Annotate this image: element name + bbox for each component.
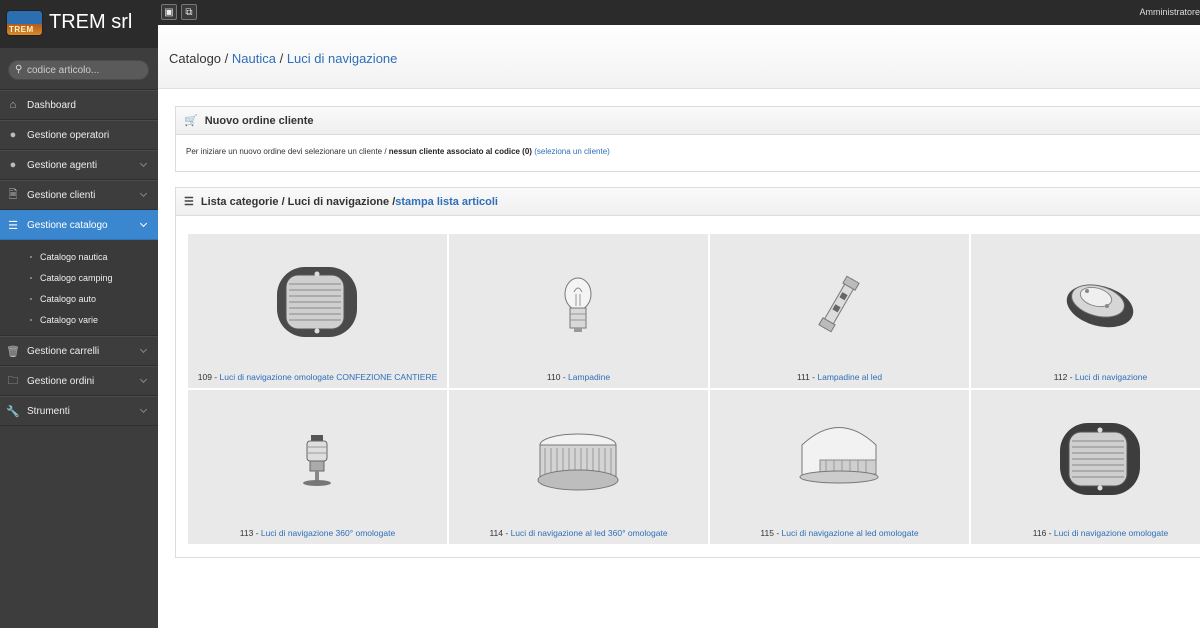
category-card[interactable]: 113 - Luci di navigazione 360° omologate	[188, 390, 447, 544]
category-card[interactable]: 114 - Luci di navigazione al led 360° om…	[449, 390, 708, 544]
brand: TREM TREM srl	[0, 0, 158, 48]
search-icon: ⚲	[15, 64, 23, 75]
sidebar: TREM TREM srl ⚲ ⌂ Dashboard ● Gestione o…	[0, 0, 158, 628]
main-content: Catalogo / Nautica / Luci di navigazione…	[158, 25, 1200, 628]
user-menu[interactable]: Amministratore	[1139, 7, 1200, 17]
print-list-link[interactable]: stampa lista articoli	[395, 196, 498, 208]
category-caption: 116 - Luci di navigazione omologate	[1032, 528, 1169, 538]
sidebar-item-strumenti[interactable]: 🔧 Strumenti	[0, 396, 158, 426]
category-card[interactable]: 115 - Luci di navigazione al led omologa…	[710, 390, 969, 544]
category-link[interactable]: Lampadine al led	[817, 372, 882, 382]
led-festoon-image	[818, 275, 860, 333]
new-order-body: Per iniziare un nuovo ordine devi selezi…	[186, 147, 610, 156]
chevron-down-icon	[139, 345, 148, 354]
category-card[interactable]: 111 - Lampadine al led	[710, 234, 969, 388]
chevron-down-icon	[139, 405, 148, 414]
sidebar-nav: ⌂ Dashboard ● Gestione operatori ● Gesti…	[0, 90, 158, 426]
category-caption: 112 - Luci di navigazione	[1053, 372, 1148, 382]
new-order-title: Nuovo ordine cliente	[204, 114, 314, 127]
search-box: ⚲	[8, 60, 149, 80]
trem-logo: TREM	[6, 10, 43, 36]
submenu-item-nautica[interactable]: Catalogo nautica	[0, 246, 158, 267]
breadcrumb-root: Catalogo	[169, 51, 222, 66]
category-link[interactable]: Luci di navigazione al led 360° omologat…	[511, 528, 668, 538]
home-icon: ⌂	[9, 99, 17, 111]
sidebar-item-clienti[interactable]: 🗎 Gestione clienti	[0, 180, 158, 210]
round-led-light-image	[537, 433, 619, 491]
cart-icon: 🛒	[184, 115, 198, 127]
category-card[interactable]: 112 - Luci di navigazione	[971, 234, 1200, 388]
bulb-image	[564, 277, 592, 332]
list-icon: ☰	[8, 219, 18, 232]
new-order-header: 🛒 Nuovo ordine cliente	[176, 107, 1200, 135]
file-icon: 🗎	[8, 188, 18, 201]
new-order-panel: 🛒 Nuovo ordine cliente Per iniziare un n…	[175, 106, 1200, 172]
folder-icon: 🗀	[7, 374, 19, 387]
category-link[interactable]: Luci di navigazione	[1075, 372, 1147, 382]
category-caption: 115 - Luci di navigazione al led omologa…	[760, 528, 919, 538]
side-light-image	[1060, 423, 1140, 495]
category-link[interactable]: Luci di navigazione omologate	[1054, 528, 1168, 538]
category-card[interactable]: 116 - Luci di navigazione omologate	[971, 390, 1200, 544]
category-card[interactable]: 109 - Luci di navigazione omologate CONF…	[188, 234, 447, 388]
top-bar: ▣ ⧉ Amministratore	[0, 0, 1200, 25]
category-caption: 113 - Luci di navigazione 360° omologate	[239, 528, 396, 538]
brand-name: TREM srl	[49, 11, 133, 33]
sidebar-item-ordini[interactable]: 🗀 Gestione ordini	[0, 366, 158, 396]
breadcrumb-luci[interactable]: Luci di navigazione	[287, 51, 398, 66]
category-list-panel: ☰ Lista categorie / Luci di navigazione …	[175, 187, 1200, 558]
layers-icon: ☰	[184, 196, 194, 208]
category-caption: 114 - Luci di navigazione al led 360° om…	[489, 528, 668, 538]
search-area: ⚲	[0, 48, 158, 90]
category-caption: 109 - Luci di navigazione omologate CONF…	[197, 372, 438, 382]
sidebar-item-catalogo[interactable]: ☰ Gestione catalogo	[0, 210, 158, 240]
trash-icon: 🗑	[6, 345, 20, 358]
category-card[interactable]: 110 - Lampadine	[449, 234, 708, 388]
sidebar-item-operatori[interactable]: ● Gestione operatori	[0, 120, 158, 150]
breadcrumb-nautica[interactable]: Nautica	[232, 51, 276, 66]
user-icon: ●	[9, 129, 17, 141]
chevron-down-icon	[139, 159, 148, 168]
sidebar-item-carrelli[interactable]: 🗑 Gestione carrelli	[0, 336, 158, 366]
category-link[interactable]: Luci di navigazione 360° omologate	[261, 528, 395, 538]
side-light-image	[277, 267, 357, 337]
breadcrumb: Catalogo / Nautica / Luci di navigazione	[169, 51, 398, 66]
pole-light-image	[303, 435, 331, 486]
catalogo-submenu: Catalogo nautica Catalogo camping Catalo…	[0, 240, 158, 336]
fullscreen-toggle-icon[interactable]: ▣	[161, 4, 177, 20]
sidebar-item-agenti[interactable]: ● Gestione agenti	[0, 150, 158, 180]
sidebar-item-dashboard[interactable]: ⌂ Dashboard	[0, 90, 158, 120]
dome-led-light-image	[799, 427, 879, 484]
submenu-item-varie[interactable]: Catalogo varie	[0, 309, 158, 330]
select-client-link[interactable]: (seleziona un cliente)	[534, 147, 610, 156]
submenu-item-camping[interactable]: Catalogo camping	[0, 267, 158, 288]
wrench-icon: 🔧	[6, 405, 20, 418]
user-icon: ●	[9, 159, 17, 171]
search-input[interactable]	[27, 63, 142, 77]
category-list-header: ☰ Lista categorie / Luci di navigazione …	[176, 188, 1200, 216]
category-link[interactable]: Luci di navigazione al led omologate	[782, 528, 919, 538]
chevron-down-icon	[139, 375, 148, 384]
window-toggle-icon[interactable]: ⧉	[181, 4, 197, 20]
category-caption: 110 - Lampadine	[546, 372, 611, 382]
category-link[interactable]: Luci di navigazione omologate CONFEZIONE…	[219, 372, 437, 382]
chevron-down-icon	[139, 219, 148, 228]
category-caption: 111 - Lampadine al led	[796, 372, 883, 382]
oval-light-image	[1066, 284, 1134, 328]
page-header: Catalogo / Nautica / Luci di navigazione	[158, 25, 1200, 89]
chevron-down-icon	[139, 189, 148, 198]
submenu-item-auto[interactable]: Catalogo auto	[0, 288, 158, 309]
category-link[interactable]: Lampadine	[568, 372, 610, 382]
